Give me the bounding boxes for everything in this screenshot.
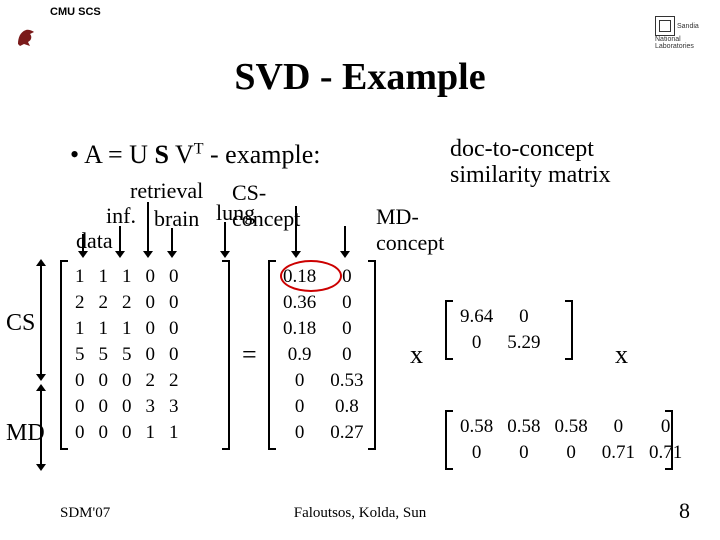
matrix-cell: 0.58 (500, 414, 547, 440)
matrix-cell: 0 (139, 342, 163, 368)
matrix-cell: 0 (162, 264, 186, 290)
griffin-icon (14, 24, 38, 48)
matrix-cell: 0 (500, 304, 547, 330)
matrix-cell: 1 (115, 316, 139, 342)
arrow-down-icon (147, 202, 149, 252)
bullet-suffix: - example: (204, 140, 321, 169)
matrix-cell: 3 (139, 394, 163, 420)
matrix-vt: 0.580.580.58000000.710.71 (445, 410, 673, 470)
matrix-cell: 0 (162, 316, 186, 342)
matrix-cell: 0.18 (276, 316, 323, 342)
matrix-cell: 2 (139, 368, 163, 394)
matrix-cell: 9.64 (453, 304, 500, 330)
matrix-cell: 0 (139, 290, 163, 316)
matrix-cell: 5.29 (500, 330, 547, 356)
matrix-cell: 0.27 (323, 420, 370, 446)
arrow-down-icon (119, 226, 121, 252)
matrix-cell: 1 (68, 316, 92, 342)
bullet-sigma: S (154, 140, 168, 169)
range-arrow-icon (40, 265, 42, 375)
matrix-cell: 0.53 (323, 368, 370, 394)
matrix-cell: 0 (92, 394, 116, 420)
bullet-sup: T (194, 140, 204, 157)
matrix-cell: 1 (92, 264, 116, 290)
red-circle-highlight (280, 260, 342, 292)
matrix-cell: 5 (115, 342, 139, 368)
footer-center: Faloutsos, Kolda, Sun (0, 505, 720, 522)
matrix-cell: 0 (453, 330, 500, 356)
matrix-cell: 0.71 (642, 440, 689, 466)
matrix-cell: 0 (68, 368, 92, 394)
bullet-line: • A = U S VT - example: (70, 140, 320, 170)
matrix-cell: 0 (500, 440, 547, 466)
arrow-down-icon (171, 228, 173, 252)
times-sign: x (615, 340, 628, 370)
equals-sign: = (242, 340, 257, 370)
matrix-cell: 0 (453, 440, 500, 466)
bullet-prefix: A = U (84, 140, 154, 169)
arrow-down-icon (82, 234, 84, 252)
matrix-cell: 2 (68, 290, 92, 316)
matrix-cell: 0 (162, 290, 186, 316)
label-retrieval: retrieval (130, 178, 203, 204)
matrix-cell: 0.58 (548, 414, 595, 440)
matrix-cell: 2 (115, 290, 139, 316)
matrix-cell: 1 (139, 420, 163, 446)
note-line1: doc-to-concept (450, 136, 594, 162)
matrix-cell: 5 (68, 342, 92, 368)
matrix-cell: 0 (276, 394, 323, 420)
label-brain: brain (154, 206, 199, 232)
matrix-cell: 0.58 (453, 414, 500, 440)
range-arrow-icon (40, 390, 42, 465)
matrix-cell: 0 (595, 414, 642, 440)
note-text: doc-to-concept similarity matrix (450, 136, 611, 189)
note-line2: similarity matrix (450, 162, 611, 188)
matrix-cell: 0 (92, 368, 116, 394)
matrix-cell: 1 (162, 420, 186, 446)
arrow-down-icon (295, 206, 297, 252)
matrix-cell: 1 (92, 316, 116, 342)
matrix-cell: 2 (92, 290, 116, 316)
matrix-cell: 0.71 (595, 440, 642, 466)
matrix-cell: 0.36 (276, 290, 323, 316)
matrix-cell: 0 (139, 264, 163, 290)
matrix-cell: 3 (162, 394, 186, 420)
matrix-cell: 5 (92, 342, 116, 368)
arrow-down-icon (344, 226, 346, 252)
matrix-cell: 0 (548, 440, 595, 466)
side-label-cs: CS (6, 310, 35, 337)
matrix-cell: 1 (115, 264, 139, 290)
matrix-cell: 0 (642, 414, 689, 440)
matrix-cell: 0 (92, 420, 116, 446)
matrix-cell: 0 (115, 420, 139, 446)
slide-header: CMU SCS Sandia National Laboratories (0, 6, 720, 36)
matrix-cell: 0 (68, 394, 92, 420)
times-sign: x (410, 340, 423, 370)
sandia-logo: Sandia National Laboratories (655, 16, 710, 44)
matrix-cell: 0.9 (276, 342, 323, 368)
label-cs-concept: CS-concept (232, 180, 300, 232)
matrix-sigma: 9.64005.29 (445, 300, 573, 360)
matrix-cell: 0 (115, 368, 139, 394)
bullet-vt: V (169, 140, 194, 169)
matrix-cell: 0 (276, 420, 323, 446)
footer-page-number: 8 (679, 498, 690, 524)
matrix-cell: 0 (323, 316, 370, 342)
matrix-cell: 1 (68, 264, 92, 290)
matrix-cell: 0 (115, 394, 139, 420)
matrix-cell: 0 (162, 342, 186, 368)
matrix-cell: 0 (323, 342, 370, 368)
matrix-cell: 0.8 (323, 394, 370, 420)
cmu-scs-label: CMU SCS (50, 6, 101, 18)
matrix-cell: 0 (139, 316, 163, 342)
arrow-down-icon (224, 222, 226, 252)
matrix-cell: 0 (276, 368, 323, 394)
side-label-md: MD (6, 420, 45, 447)
matrix-cell: 2 (162, 368, 186, 394)
matrix-cell: 0 (68, 420, 92, 446)
slide-title: SVD - Example (0, 55, 720, 99)
label-md-concept: MD-concept (376, 204, 444, 256)
matrix-cell: 0 (323, 290, 370, 316)
matrix-a: 11100222001110055500000220003300011 (60, 260, 230, 450)
